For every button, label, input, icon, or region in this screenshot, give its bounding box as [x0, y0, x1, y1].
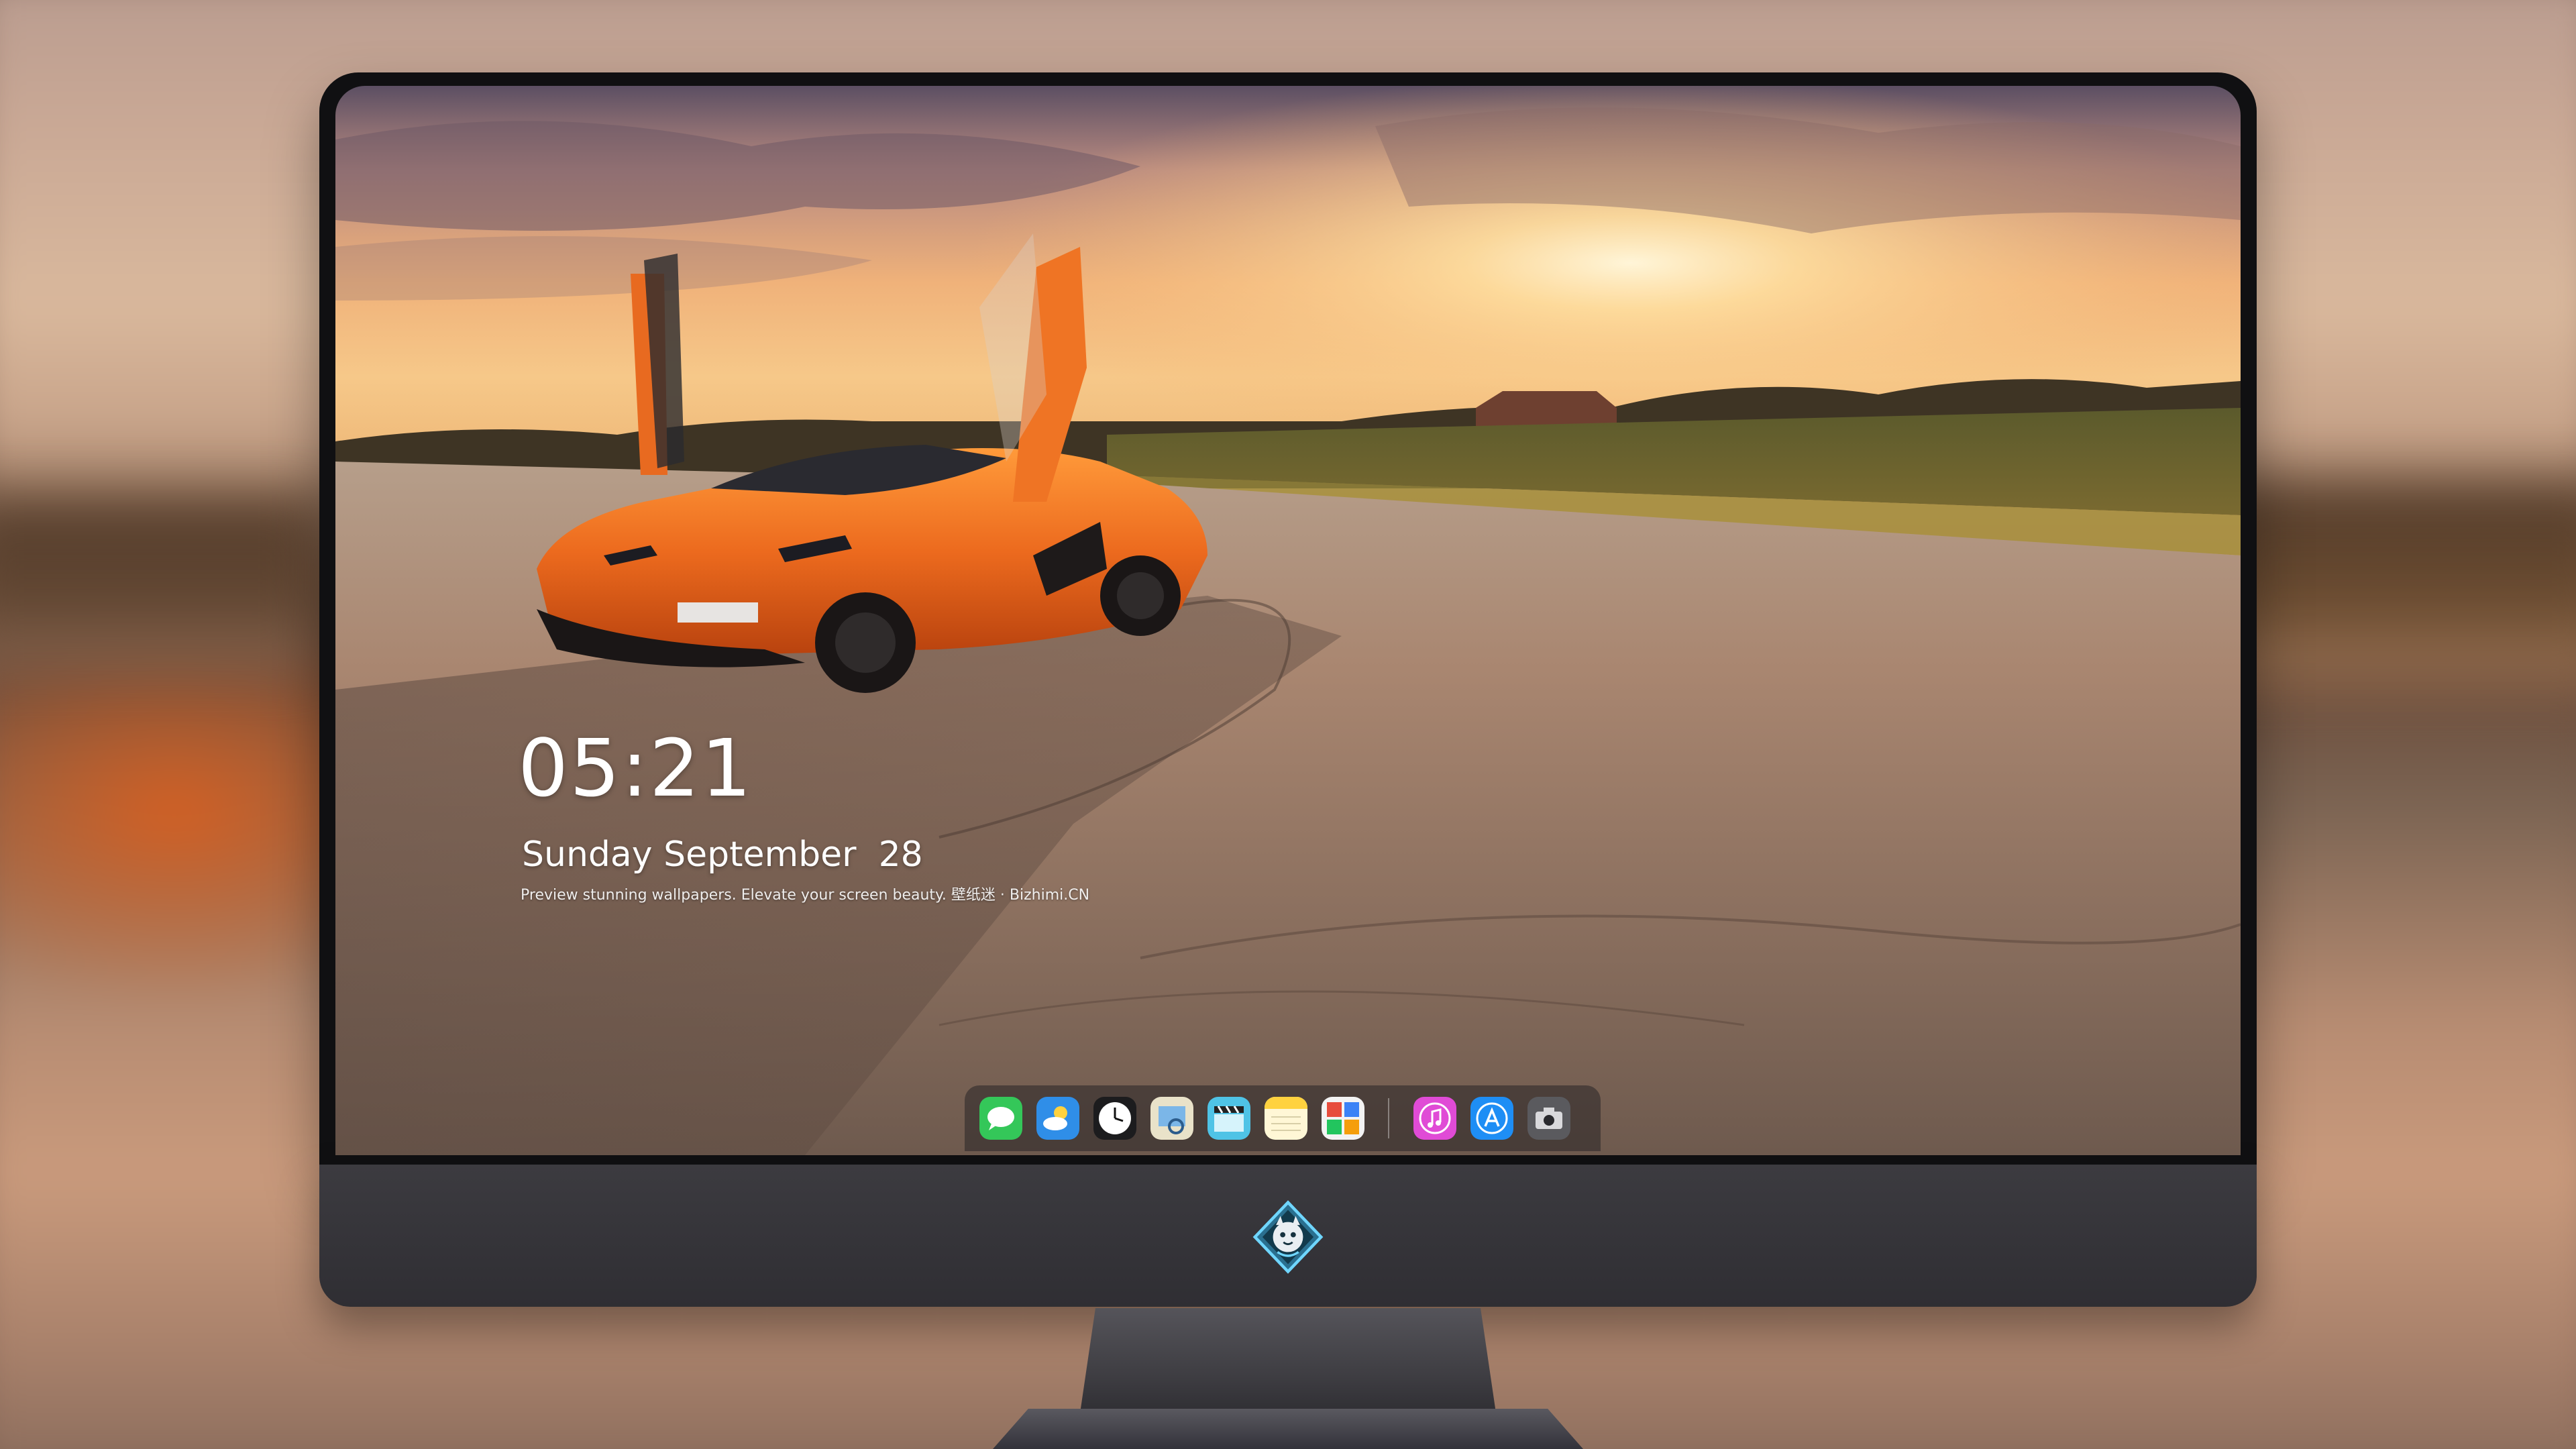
lockscreen-tagline: Preview stunning wallpapers. Elevate you… [521, 887, 1090, 904]
notes-icon[interactable] [1265, 1097, 1307, 1140]
clapperboard-icon[interactable] [1208, 1097, 1250, 1140]
monitor-stand-base [993, 1409, 1583, 1449]
preview-icon[interactable] [1150, 1097, 1193, 1140]
blurred-field-right [2214, 483, 2576, 684]
wallpaper-sports-car [335, 86, 2241, 1155]
dock-separator [1388, 1098, 1389, 1138]
app-store-icon[interactable] [1470, 1097, 1513, 1140]
camera-icon[interactable] [1527, 1097, 1570, 1140]
blurred-field-left [0, 496, 322, 671]
lockscreen-date: Sunday September 28 [522, 835, 923, 875]
messages-icon[interactable] [979, 1097, 1022, 1140]
desktop-scene: 05:21 Sunday September 28 Preview stunni… [0, 0, 2576, 1449]
lockscreen-clock: 05:21 [518, 722, 753, 814]
dock [965, 1085, 1601, 1151]
screen: 05:21 Sunday September 28 Preview stunni… [335, 86, 2241, 1155]
photo-booth-icon[interactable] [1322, 1097, 1364, 1140]
clock-icon[interactable] [1093, 1097, 1136, 1140]
weather-icon[interactable] [1036, 1097, 1079, 1140]
dragon-mascot-logo [1250, 1199, 1326, 1275]
monitor-stand-neck [1079, 1308, 1497, 1422]
music-note-icon[interactable] [1413, 1097, 1456, 1140]
